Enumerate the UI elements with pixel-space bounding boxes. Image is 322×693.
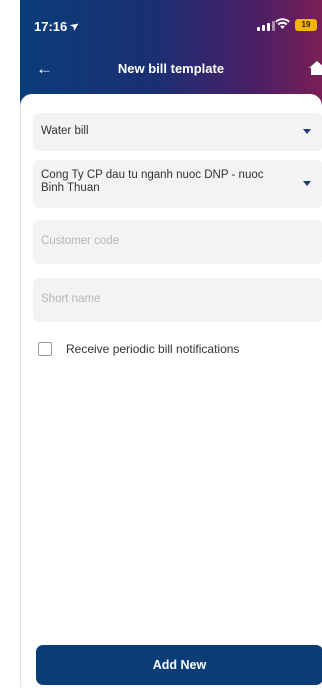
page-title: New bill template	[117, 61, 225, 76]
signal-icon	[257, 21, 275, 31]
status-bar: 17:16 ➤ 19	[20, 0, 322, 44]
customer-code-input[interactable]: Customer code	[33, 220, 322, 264]
battery-icon: 19	[295, 19, 317, 31]
short-name-placeholder: Short name	[41, 293, 101, 305]
caret-down-icon	[303, 129, 311, 134]
form-sheet: Water bill Cong Ty CP dau tu nganh nuoc …	[20, 94, 322, 693]
nav-bar: ← New bill template	[20, 52, 322, 86]
location-arrow-icon: ➤	[68, 19, 83, 34]
short-name-input[interactable]: Short name	[33, 278, 322, 322]
provider-value: Cong Ty CP dau tu nganh nuoc DNP - nuoc …	[41, 169, 264, 194]
wifi-icon	[275, 18, 290, 33]
app-screen: 17:16 ➤ 19 ← New bill template Water bil…	[20, 0, 322, 693]
notifications-checkbox[interactable]	[38, 342, 52, 356]
add-new-button[interactable]: Add New	[36, 645, 322, 685]
home-button[interactable]	[308, 60, 322, 78]
bill-type-value: Water bill	[41, 125, 89, 137]
notifications-label: Receive periodic bill notifications	[66, 342, 240, 356]
customer-code-placeholder: Customer code	[41, 235, 119, 247]
bill-type-select[interactable]: Water bill	[33, 113, 322, 151]
status-time: 17:16	[34, 19, 68, 34]
status-time-group: 17:16 ➤	[34, 19, 83, 34]
notifications-option: Receive periodic bill notifications	[38, 342, 239, 356]
caret-down-icon	[303, 181, 311, 186]
home-icon	[309, 61, 322, 75]
provider-select[interactable]: Cong Ty CP dau tu nganh nuoc DNP - nuoc …	[33, 160, 322, 208]
